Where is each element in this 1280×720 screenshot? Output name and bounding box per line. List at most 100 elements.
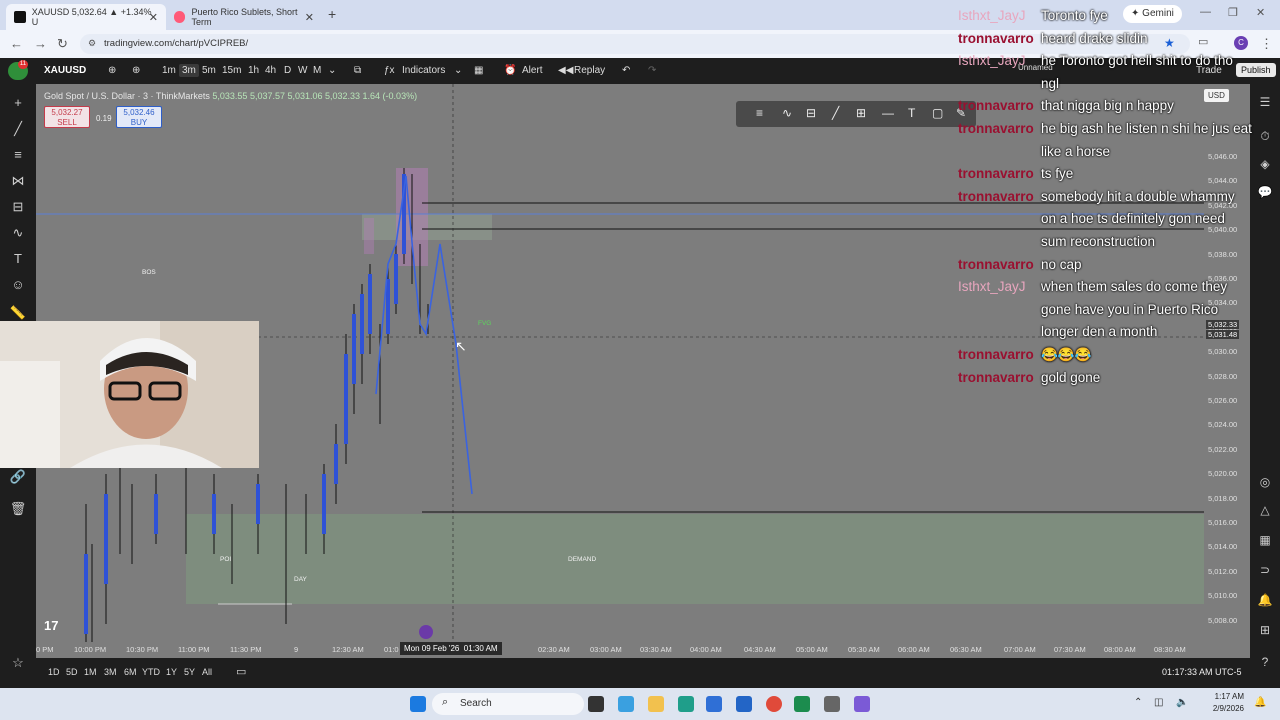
favorites-icon[interactable]: ☆	[9, 654, 27, 672]
price-tick: 5,016.00	[1208, 518, 1238, 527]
event-marker-icon[interactable]	[419, 625, 433, 639]
sell-button[interactable]: 5,032.27 SELL	[44, 106, 90, 128]
date-range-icon[interactable]: ▭	[236, 665, 246, 678]
interval-d[interactable]: D	[284, 65, 291, 76]
time-tick: 07:00 AM	[1004, 645, 1036, 654]
range-5y[interactable]: 5Y	[184, 667, 195, 677]
interval-3m[interactable]: 3m	[179, 64, 199, 77]
symbol-search[interactable]: XAUUSD	[44, 65, 86, 76]
interval-5m[interactable]: 5m	[202, 65, 216, 76]
back-icon[interactable]: ←	[10, 36, 23, 51]
buy-button[interactable]: 5,032.46 BUY	[116, 106, 162, 128]
crosshair-icon[interactable]: +	[9, 94, 27, 112]
file-explorer-icon[interactable]	[648, 696, 664, 712]
close-tab-icon[interactable]: ✕	[305, 11, 314, 24]
pattern-icon[interactable]: ⋈	[9, 172, 27, 190]
time-scale[interactable]: 0 PM 10:00 PM 10:30 PM 11:00 PM 11:30 PM 9 12:…	[36, 642, 1204, 658]
alert-icon[interactable]: ⏰	[504, 65, 516, 76]
network-icon[interactable]: ◫	[1154, 697, 1163, 708]
close-tab-icon[interactable]: ✕	[149, 11, 158, 24]
lines-tool-icon[interactable]: ≡	[756, 106, 763, 120]
reload-icon[interactable]: ↻	[57, 36, 68, 52]
apps-icon[interactable]: ⊞	[1257, 622, 1273, 638]
timezone-clock[interactable]: 01:17:33 AM UTC-5	[1162, 667, 1242, 677]
replay-button[interactable]: Replay	[574, 65, 605, 76]
store-icon[interactable]	[706, 696, 722, 712]
indicators-dropdown-icon[interactable]: ⌄	[454, 65, 462, 76]
stream-icon[interactable]: ⊃	[1257, 562, 1273, 578]
indicators-icon[interactable]: ƒx	[384, 65, 395, 76]
outlook-icon[interactable]	[736, 696, 752, 712]
text-tool-icon[interactable]: T	[9, 250, 27, 268]
notification-bell-icon[interactable]: 🔔	[1254, 697, 1266, 708]
compare-icon[interactable]: ⊕	[108, 65, 116, 76]
interval-w[interactable]: W	[298, 65, 307, 76]
windows-start-icon[interactable]	[410, 696, 426, 712]
undo-icon[interactable]: ↶	[622, 65, 630, 76]
forward-icon[interactable]: →	[34, 36, 47, 51]
range-5d[interactable]: 5D	[66, 667, 78, 677]
time-tick: 03:30 AM	[640, 645, 672, 654]
edge-icon[interactable]	[678, 696, 694, 712]
site-info-icon[interactable]: ⚙	[88, 38, 96, 49]
calendar-icon[interactable]: ▦	[1257, 532, 1273, 548]
indicators-button[interactable]: Indicators	[402, 65, 445, 76]
supply-zone-small	[364, 218, 374, 254]
range-all[interactable]: All	[202, 667, 212, 677]
magnet-icon[interactable]: 🔗	[9, 468, 27, 486]
hline-tool-icon[interactable]: —	[882, 106, 894, 120]
alert-button[interactable]: Alert	[522, 65, 543, 76]
app-icon[interactable]	[794, 696, 810, 712]
chrome-icon[interactable]	[766, 696, 782, 712]
ray-tool-icon[interactable]: ╱	[832, 106, 839, 120]
range-6m[interactable]: 6M	[124, 667, 137, 677]
layouts-icon[interactable]: ▦	[474, 65, 483, 76]
browser-tab-airbnb[interactable]: Puerto Rico Sublets, Short Term ✕	[166, 4, 322, 30]
range-ytd[interactable]: YTD	[142, 667, 160, 677]
redo-icon[interactable]: ↷	[648, 65, 656, 76]
tray-expand-icon[interactable]: ⌃	[1134, 697, 1142, 708]
url-text: tradingview.com/chart/pVCIPREB/	[104, 38, 249, 49]
trash-icon[interactable]: 🗑	[9, 500, 27, 518]
path-tool-icon[interactable]: ∿	[782, 106, 792, 120]
rectangle-tool-icon[interactable]: ▢	[932, 106, 943, 120]
volume-icon[interactable]: 🔈	[1176, 697, 1188, 708]
range-1m[interactable]: 1M	[84, 667, 97, 677]
interval-m[interactable]: M	[313, 65, 321, 76]
fib-icon[interactable]: ≡	[9, 146, 27, 164]
chart-type-icon[interactable]: ⧉	[354, 65, 361, 76]
browser-tab-tradingview[interactable]: XAUUSD 5,032.64 ▲ +1.34% U ✕	[6, 4, 166, 30]
help-icon[interactable]: ?	[1257, 654, 1273, 670]
channel-tool-icon[interactable]: ⊞	[856, 106, 866, 120]
ideas-icon[interactable]: △	[1257, 502, 1273, 518]
emoji-icon[interactable]: ☺	[9, 276, 27, 294]
copilot-icon[interactable]	[618, 696, 634, 712]
chat-text: longer den a month	[1041, 324, 1158, 340]
notifications-icon[interactable]: 🔔	[1257, 592, 1273, 608]
text-tool-icon[interactable]: T	[908, 106, 915, 120]
ruler-icon[interactable]: 📏	[9, 304, 27, 322]
tradingview-logo[interactable]: 17	[44, 618, 58, 633]
range-1d[interactable]: 1D	[48, 667, 60, 677]
interval-1m[interactable]: 1m	[162, 65, 176, 76]
taskbar-search[interactable]: ⌕ Search	[432, 693, 584, 715]
interval-15m[interactable]: 15m	[222, 65, 241, 76]
trend-line-icon[interactable]: ╱	[9, 120, 27, 138]
interval-4h[interactable]: 4h	[265, 65, 276, 76]
target-icon[interactable]: ◎	[1257, 474, 1273, 490]
replay-icon[interactable]: ◀◀	[558, 65, 573, 76]
task-view-icon[interactable]	[588, 696, 604, 712]
fib-tool-icon[interactable]: ⊟	[806, 106, 816, 120]
range-3m[interactable]: 3M	[104, 667, 117, 677]
interval-1h[interactable]: 1h	[248, 65, 259, 76]
new-tab-button[interactable]: +	[328, 6, 336, 22]
forecast-icon[interactable]: ⊟	[9, 198, 27, 216]
interval-dropdown-icon[interactable]: ⌄	[328, 65, 336, 76]
add-symbol-icon[interactable]: ⊕	[132, 65, 140, 76]
discord-icon[interactable]	[854, 696, 870, 712]
chat-username: Isthxt_JayJ	[958, 53, 1026, 69]
settings-icon[interactable]	[824, 696, 840, 712]
brush-icon[interactable]: ∿	[9, 224, 27, 242]
range-1y[interactable]: 1Y	[166, 667, 177, 677]
system-clock[interactable]: 1:17 AM 2/9/2026	[1198, 691, 1244, 715]
